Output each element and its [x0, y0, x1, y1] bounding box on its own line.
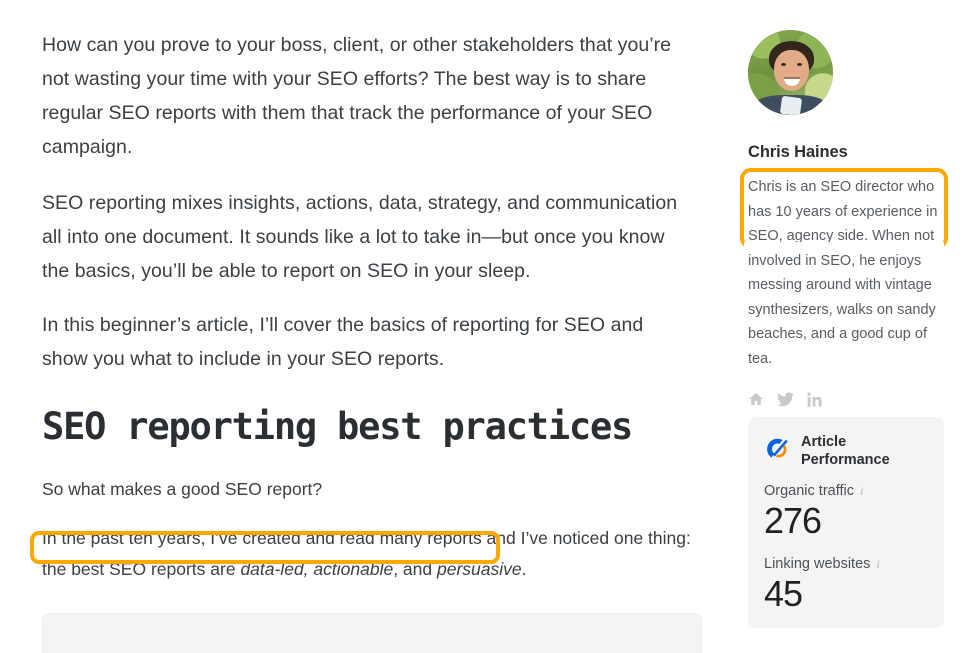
author-social-links: [748, 389, 948, 409]
metric-label-text: Organic traffic: [764, 483, 854, 499]
final-paragraph: In the past ten years, I’ve created and …: [42, 523, 692, 585]
highlighted-sentence-text: In the past ten years, I’ve created and …: [42, 527, 482, 548]
article-body: How can you prove to your boss, client, …: [42, 28, 692, 585]
ahrefs-logo-icon: [764, 436, 792, 467]
author-bio-rest: not involved in SEO, he enjoys messing a…: [748, 228, 936, 367]
final-paragraph-period: .: [521, 558, 527, 579]
paragraph-3: In this beginner’s article, I’ll cover t…: [42, 314, 644, 370]
performance-card-header: Article Performance: [764, 433, 928, 469]
avatar-eye-right: [797, 63, 802, 66]
author-name: Chris Haines: [748, 143, 848, 161]
bottom-content-panel: [42, 613, 702, 653]
article-performance-card: Article Performance Organic traffic i 27…: [748, 417, 944, 628]
avatar-eye-left: [781, 63, 786, 66]
paragraph-2: SEO reporting mixes insights, actions, d…: [42, 192, 678, 282]
emphasis-data-led-actionable: data-led, actionable: [240, 558, 394, 579]
section-heading: SEO reporting best practices: [42, 405, 633, 448]
info-icon[interactable]: i: [876, 557, 879, 572]
metric-value-linking-websites: 45: [764, 573, 803, 614]
paragraph-1: How can you prove to your boss, client, …: [42, 34, 672, 158]
linkedin-icon[interactable]: [807, 391, 824, 407]
sidebar: Chris Haines Chris is an SEO director wh…: [740, 30, 948, 628]
emphasis-persuasive: persuasive: [436, 558, 522, 579]
home-icon[interactable]: [748, 391, 764, 407]
author-bio: Chris is an SEO director who has 10 year…: [740, 168, 948, 371]
lead-question: So what makes a good SEO report?: [42, 478, 323, 499]
performance-card-title: Article Performance: [801, 434, 890, 468]
article-page: How can you prove to your boss, client, …: [0, 0, 976, 653]
author-bio-highlighted: Chris is an SEO director who has 10 year…: [748, 179, 938, 244]
metric-label-text: Linking websites: [764, 556, 871, 572]
metric-label-linking-websites: Linking websites i: [764, 556, 928, 572]
info-icon[interactable]: i: [860, 484, 863, 499]
metric-label-organic-traffic: Organic traffic i: [764, 483, 928, 499]
metric-value-organic-traffic: 276: [764, 500, 822, 541]
twitter-icon[interactable]: [777, 391, 794, 407]
avatar-collar: [779, 95, 803, 115]
final-paragraph-conjunction: , and: [393, 558, 437, 579]
avatar: [748, 30, 833, 115]
